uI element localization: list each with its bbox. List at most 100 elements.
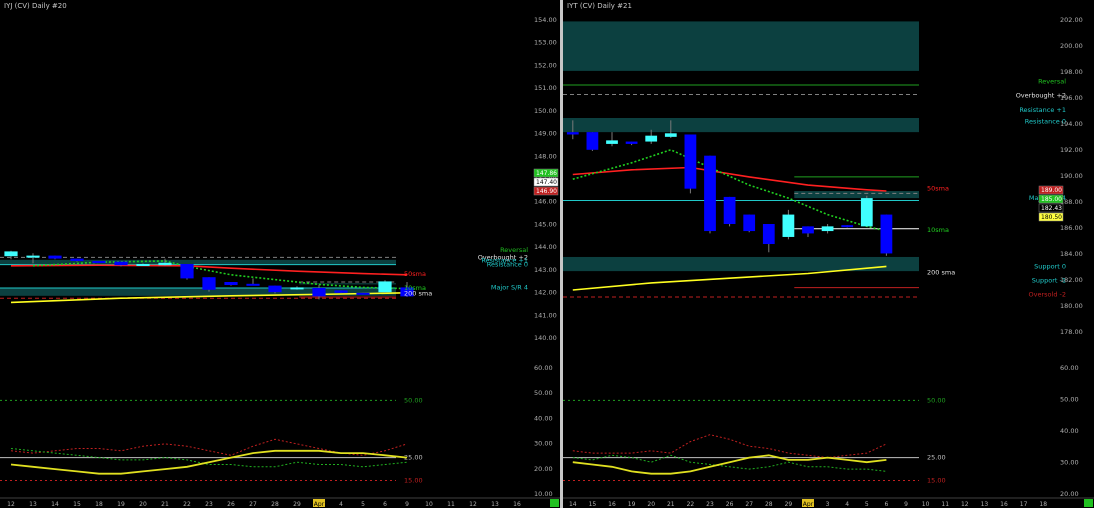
y-tick-label: 20.00 [1060,490,1079,498]
candle-body [586,132,599,150]
y-tick-label: 50.00 [1060,396,1079,404]
y-tick-label: 144.00 [534,243,557,251]
candle-body [880,214,893,254]
y-tick-label: 30.00 [534,440,553,448]
y-tick-label: 194.00 [1060,120,1083,128]
candle-body [606,140,618,144]
candle-body [684,134,697,189]
y-tick-label: 198.00 [1060,68,1083,76]
x-tick-label: 20 [139,501,147,508]
x-tick-label: 11 [941,501,949,508]
sma50-line [572,166,887,192]
chart-panel-left[interactable]: IYJ (CV) Daily #20 Reversal Overbought +2 R… [0,0,560,508]
candle-body [180,264,194,279]
candle-body [704,155,716,232]
price-tag-text: 147.86 [536,170,557,177]
candle-body [782,214,795,237]
ma-label-2: 200 sma [404,289,432,297]
candle-body [821,226,834,232]
y-tick-label: 143.00 [534,266,557,274]
x-tick-label: 12 [961,501,969,508]
zone-1 [563,118,919,133]
level-label-4: Major S/R 4 [491,283,528,291]
candle-body [4,251,18,257]
adx-plus-di-line [572,434,887,459]
price-tag-text: 182.43 [1041,205,1062,212]
x-tick-label: 27 [745,501,753,508]
candle-body [158,262,172,266]
x-tick-label: 4 [845,501,849,508]
chart-panel-right[interactable]: IYT (CV) Daily #21 Reversal Overbought +2 R… [563,0,1094,508]
x-tick-label: 15 [589,501,597,508]
ma-label-2: 200 sma [927,268,955,276]
candle-body [48,255,62,259]
candle-body [762,224,775,245]
level-label-1: Overbought +2 [1016,92,1066,100]
ma-label-0: 50sma [927,185,949,193]
candle-body [290,287,304,290]
x-tick-label: 10 [425,501,433,508]
price-tag-text: 180.50 [1041,214,1062,221]
price-tag-text: 189.00 [1041,187,1062,194]
corner-marker [1084,499,1093,507]
zone-2 [794,191,919,199]
candle-body [202,277,216,290]
x-tick-label: 12 [469,501,477,508]
x-tick-label: 17 [1020,501,1028,508]
level-label-2: Resistance +1 [1019,106,1066,114]
x-tick-label: 19 [628,501,636,508]
adx-level-label: 15.00 [404,477,423,485]
corner-marker [550,499,559,507]
y-tick-label: 20.00 [534,465,553,473]
zone-0 [563,21,919,71]
x-tick-label: 26 [726,501,734,508]
x-tick-label: 3 [826,501,830,508]
y-tick-label: 40.00 [534,414,553,422]
y-tick-label: 50.00 [534,389,553,397]
price-tag-text: 147.40 [536,179,557,186]
y-tick-label: 141.00 [534,311,557,319]
iyt-chart[interactable]: IYT (CV) Daily #21 Reversal Overbought +2 R… [563,0,1094,508]
y-tick-label: 149.00 [534,130,557,138]
price-tag-text: 185.00 [1041,196,1062,203]
x-tick-label: 15 [73,501,81,508]
adx-level-label: 15.00 [927,477,946,485]
iyj-chart[interactable]: IYJ (CV) Daily #20ReversalOverbought +2R… [0,0,560,508]
x-tick-label: 22 [687,501,695,508]
x-tick-label: 13 [981,501,989,508]
candle-body [246,283,260,286]
x-tick-label: 29 [293,501,301,508]
y-tick-label: 190.00 [1060,172,1083,180]
x-tick-label: 28 [765,501,773,508]
x-tick-label: 6 [383,501,387,508]
candle-body [860,198,873,227]
chart-title: IYT (CV) Daily #21 [567,2,632,10]
y-tick-label: 140.00 [534,334,557,342]
y-tick-label: 146.00 [534,198,557,206]
level-label-5: Support 0 [1034,262,1066,270]
adx-level-label: 50.00 [404,396,423,404]
candle-body [664,133,677,137]
x-tick-label: 29 [785,501,793,508]
x-tick-label: Apr [314,501,325,508]
candle-body [70,258,84,261]
zone-0 [0,259,396,265]
x-tick-label: 6 [884,501,888,508]
x-tick-label: 13 [491,501,499,508]
candle-body [114,261,128,266]
x-tick-label: 20 [647,501,655,508]
x-tick-label: 18 [95,501,103,508]
y-tick-label: 30.00 [1060,459,1079,467]
y-tick-label: 192.00 [1060,146,1083,154]
level-label-7: Oversold -2 [1029,291,1066,299]
ma-label-1: 10sma [927,226,949,234]
candle-body [743,214,756,232]
y-tick-label: 184.00 [1060,250,1083,258]
x-tick-label: 23 [205,501,213,508]
chart-title: IYJ (CV) Daily #20 [4,2,67,10]
x-tick-label: 26 [227,501,235,508]
x-tick-label: 19 [117,501,125,508]
x-tick-label: 16 [1000,501,1008,508]
y-tick-label: 186.00 [1060,224,1083,232]
candle-body [802,226,814,234]
